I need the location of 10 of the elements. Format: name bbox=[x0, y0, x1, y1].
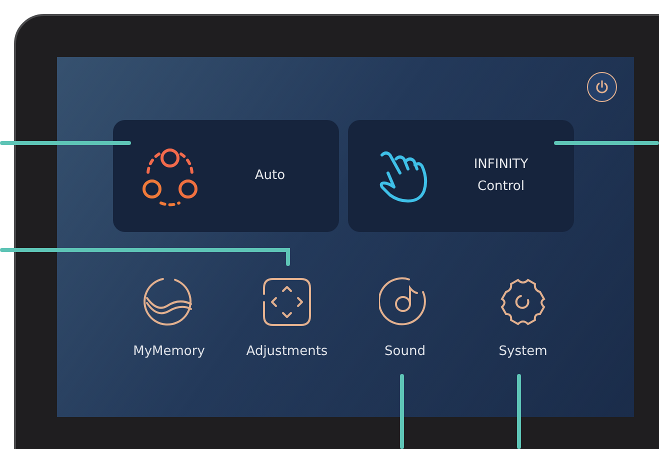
wave-circle-icon bbox=[143, 276, 195, 328]
mode-card[interactable]: INFINITY Control bbox=[348, 120, 574, 232]
arrows-square-icon bbox=[261, 276, 313, 328]
power-icon bbox=[593, 78, 611, 96]
app-button[interactable]: System bbox=[464, 276, 582, 359]
app-button[interactable]: Adjustments bbox=[228, 276, 346, 359]
mode-card[interactable]: Auto bbox=[113, 120, 339, 232]
app-button[interactable]: Sound bbox=[346, 276, 464, 359]
power-button[interactable] bbox=[587, 72, 617, 102]
app-button[interactable]: MyMemory bbox=[110, 276, 228, 359]
